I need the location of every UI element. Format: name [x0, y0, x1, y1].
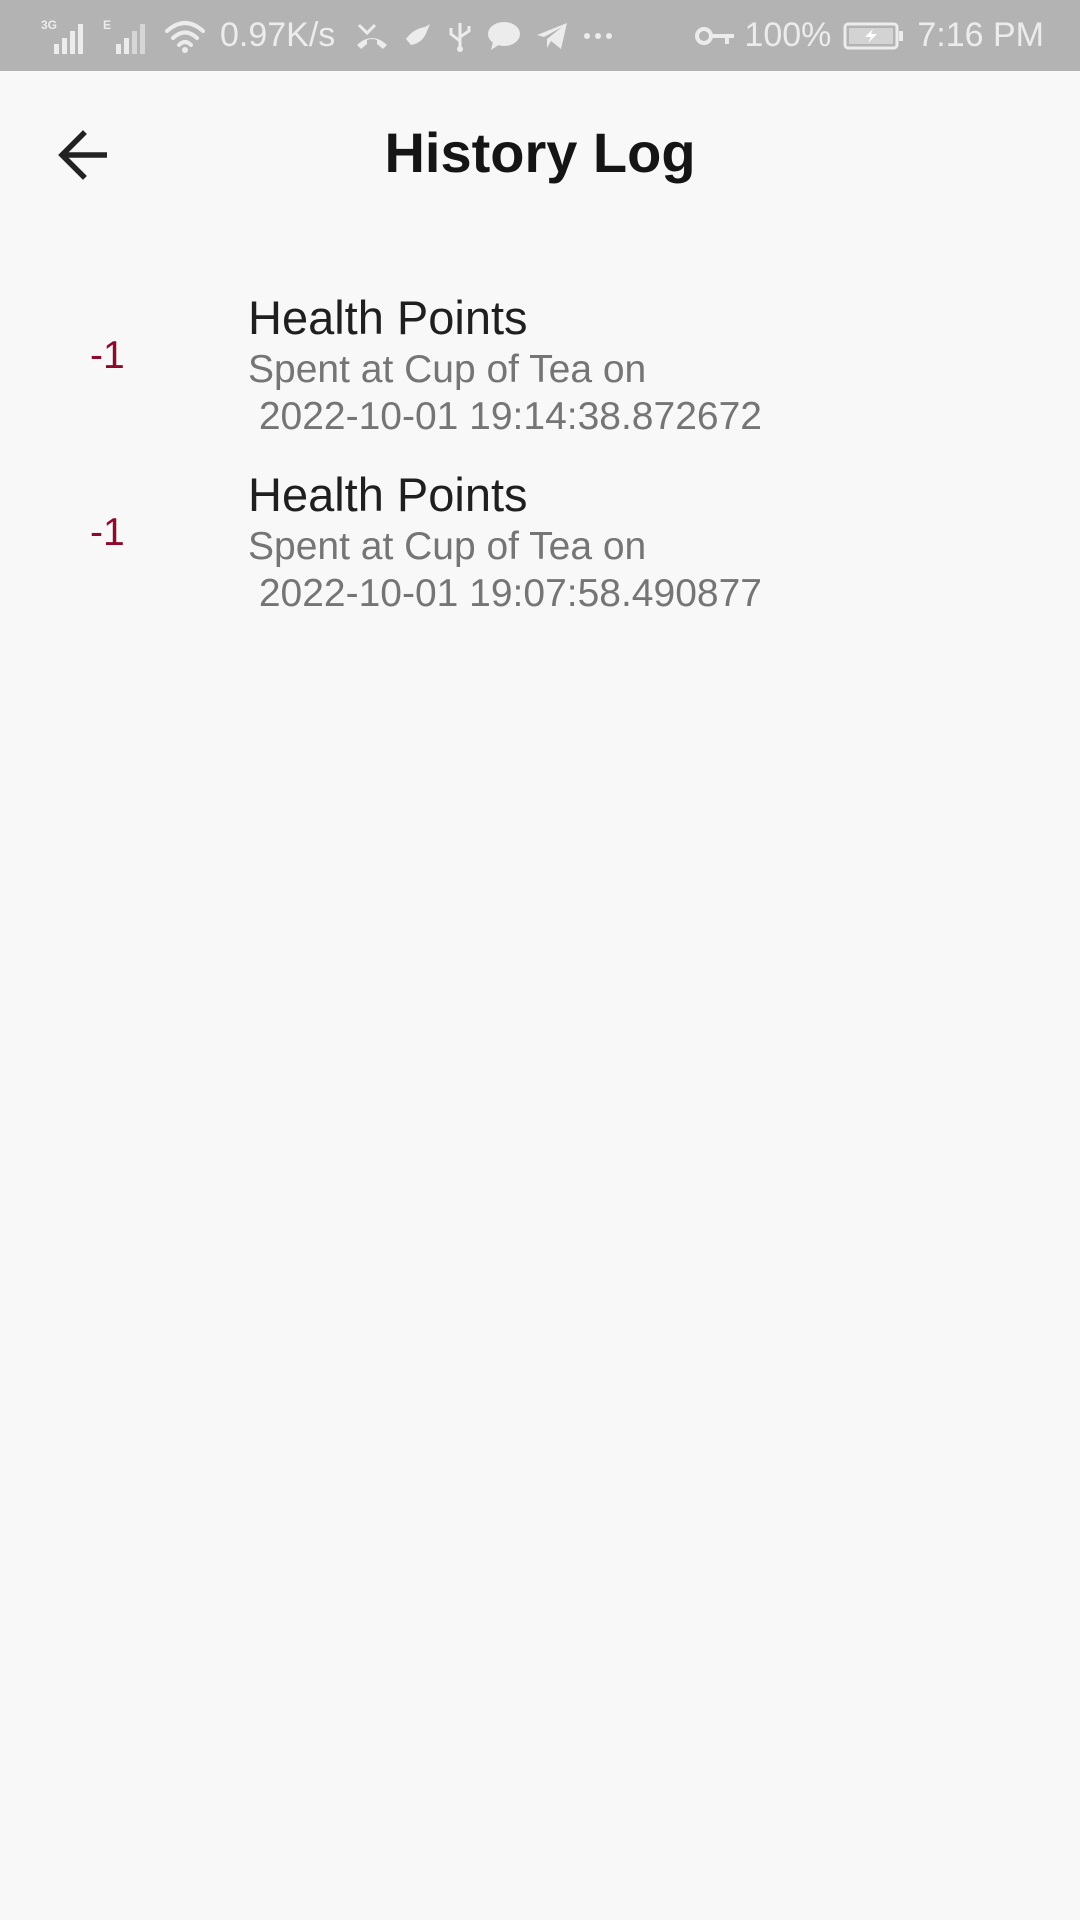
battery-charging-icon [843, 21, 905, 51]
points-delta: -1 [90, 334, 125, 377]
chat-bubble-icon [487, 20, 521, 52]
status-bar: 3G E 0.97K/s 100% 7:16 PM [0, 0, 1080, 71]
more-dots-icon [583, 31, 613, 41]
vpn-key-icon [694, 24, 736, 48]
item-subtitle-timestamp: 2022-10-01 19:14:38.872672 [248, 395, 762, 438]
svg-text:E: E [103, 18, 111, 32]
telegram-icon [535, 21, 569, 51]
item-subtitle-line1: Spent at Cup of Tea on [248, 348, 647, 391]
status-bar-right: 100% 7:16 PM [694, 16, 1044, 55]
item-title: Health Points [248, 291, 528, 344]
status-bar-left: 3G E 0.97K/s [40, 16, 694, 56]
clock: 7:16 PM [917, 16, 1044, 54]
history-list: -1 Health Points Spent at Cup of Tea on … [0, 290, 1080, 644]
missed-call-icon [355, 19, 389, 53]
app-bar: History Log [0, 71, 1080, 246]
item-subtitle-line1: Spent at Cup of Tea on [248, 525, 647, 568]
svg-text:3G: 3G [41, 18, 57, 32]
points-delta: -1 [90, 511, 125, 554]
item-text: Health Points Spent at Cup of Tea on 202… [248, 290, 762, 440]
network-speed: 0.97K/s [220, 16, 336, 54]
item-title: Health Points [248, 468, 528, 521]
usb-icon [447, 19, 473, 53]
signal-3g-icon: 3G [40, 16, 88, 56]
item-text: Health Points Spent at Cup of Tea on 202… [248, 467, 762, 617]
battery-percent: 100% [744, 16, 832, 54]
bird-app-icon [403, 21, 433, 51]
item-subtitle-timestamp: 2022-10-01 19:07:58.490877 [248, 572, 762, 615]
list-item[interactable]: -1 Health Points Spent at Cup of Tea on … [0, 467, 1080, 644]
signal-e-icon: E [102, 16, 150, 56]
page-title: History Log [384, 121, 696, 184]
wifi-icon [164, 17, 206, 55]
list-item[interactable]: -1 Health Points Spent at Cup of Tea on … [0, 290, 1080, 467]
